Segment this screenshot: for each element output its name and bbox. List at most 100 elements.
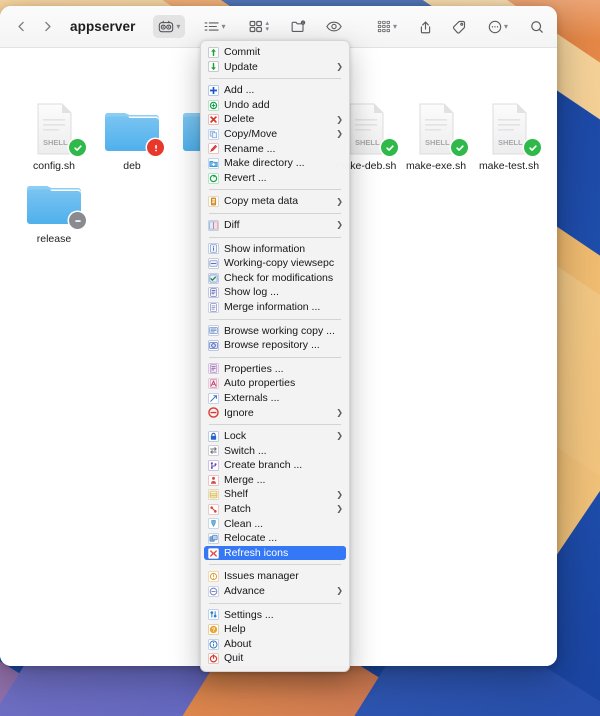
menu-item-about[interactable]: About: [201, 637, 349, 652]
menu-item-label: Undo add: [224, 99, 270, 111]
merge-information-icon: [208, 301, 219, 313]
revert-icon: [208, 172, 219, 184]
finder-toolbar: ▾ ▾ ▴ ▾ ▾ ▾: [153, 15, 557, 38]
menu-item-switch[interactable]: Switch ...: [201, 444, 349, 459]
menu-item-commit[interactable]: Commit: [201, 45, 349, 60]
search-button[interactable]: [527, 15, 547, 38]
auto-properties-icon: [208, 378, 219, 389]
svn-menu-button[interactable]: ▾: [153, 15, 186, 38]
menu-item-patch[interactable]: Patch ❯: [201, 502, 349, 517]
view-list-button[interactable]: ▾: [199, 15, 230, 38]
menu-item-properties[interactable]: Properties ...: [201, 362, 349, 377]
create-branch-icon: [208, 460, 219, 471]
menu-item-diff[interactable]: Diff ❯: [201, 218, 349, 233]
forward-arrow-icon[interactable]: [34, 14, 60, 40]
menu-item-show-information[interactable]: i Show information: [201, 242, 349, 257]
menu-item-copy-meta-data[interactable]: Copy meta data ❯: [201, 194, 349, 209]
copy-move-icon: [208, 128, 219, 140]
make-directory-icon: [208, 158, 219, 169]
svn-context-menu: Commit Update ❯ Add ... Undo add Delete ❯ Copy/…: [200, 40, 350, 672]
quick-look-button[interactable]: [323, 15, 345, 38]
menu-item-show-log[interactable]: Show log ...: [201, 285, 349, 300]
menu-separator: [209, 602, 341, 604]
navigation-arrows: [8, 14, 60, 40]
menu-item-update[interactable]: Update ❯: [201, 60, 349, 75]
menu-item-label: Show log ...: [224, 287, 279, 298]
properties-icon: [208, 363, 219, 375]
menu-item-label: Create branch ...: [224, 460, 303, 471]
chevron-updown-icon: ▴ ▾: [265, 19, 269, 33]
menu-item-relocate[interactable]: Relocate ...: [201, 531, 349, 546]
menu-item-label: Browse repository ...: [224, 340, 320, 351]
ignore-icon: [208, 407, 219, 419]
status-badge-grey-minus: [69, 212, 86, 229]
menu-item-label: Revert ...: [224, 172, 267, 184]
menu-item-revert[interactable]: Revert ...: [201, 171, 349, 186]
menu-item-label: Switch ...: [224, 445, 267, 457]
group-by-button[interactable]: ▴ ▾: [244, 15, 274, 38]
menu-item-make-directory[interactable]: Make directory ...: [201, 156, 349, 171]
share-button[interactable]: [416, 15, 435, 38]
menu-item-quit[interactable]: Quit: [201, 651, 349, 666]
icon-size-button[interactable]: ▾: [372, 15, 402, 38]
menu-item-copy-move[interactable]: Copy/Move ❯: [201, 127, 349, 142]
menu-item-label: Relocate ...: [224, 533, 278, 544]
menu-item-label: Browse working copy ...: [224, 325, 335, 337]
menu-item-delete[interactable]: Delete ❯: [201, 112, 349, 127]
menu-item-label: Copy meta data: [224, 196, 299, 207]
menu-item-clean[interactable]: Clean ...: [201, 517, 349, 532]
menu-item-check-for-modifications[interactable]: Check for modifications: [201, 271, 349, 286]
menu-item-advance[interactable]: Advance ❯: [201, 584, 349, 599]
chevron-down-icon: ▾: [176, 21, 181, 31]
menu-item-externals[interactable]: Externals ...: [201, 391, 349, 406]
switch-icon: [208, 445, 219, 457]
submenu-chevron-right-icon: ❯: [336, 114, 343, 124]
update-down-arrow-icon: [208, 61, 219, 73]
menu-item-ignore[interactable]: Ignore ❯: [201, 405, 349, 420]
menu-item-label: Lock: [224, 431, 247, 442]
about-icon: [208, 638, 219, 650]
menu-item-working-copy-viewsepc[interactable]: Working-copy viewsepc: [201, 256, 349, 271]
menu-item-browse-working-copy[interactable]: Browse working copy ...: [201, 324, 349, 339]
menu-item-auto-properties[interactable]: Auto properties: [201, 376, 349, 391]
file-item[interactable]: SHELL make-test.sh: [463, 103, 555, 173]
copy-meta-data-icon: [208, 196, 219, 208]
menu-item-label: Shelf: [224, 489, 248, 500]
menu-item-label: Working-copy viewsepc: [224, 258, 335, 269]
back-arrow-icon[interactable]: [8, 14, 34, 40]
menu-item-label: Ignore: [224, 407, 254, 419]
menu-item-lock[interactable]: Lock ❯: [201, 429, 349, 444]
menu-separator: [209, 78, 341, 80]
menu-item-label: Delete: [224, 114, 255, 125]
tag-button[interactable]: [449, 15, 469, 38]
submenu-chevron-right-icon: ❯: [336, 586, 343, 596]
shelf-icon: [208, 489, 219, 501]
submenu-chevron-right-icon: ❯: [336, 407, 343, 417]
more-actions-button[interactable]: ▾: [483, 15, 513, 38]
menu-item-label: Quit: [224, 653, 244, 664]
patch-icon: [208, 503, 219, 515]
menu-item-browse-repository[interactable]: Browse repository ...: [201, 338, 349, 353]
menu-item-label: Advance: [224, 586, 265, 597]
svg-text:SHELL: SHELL: [425, 138, 450, 147]
menu-item-label: Show information: [224, 243, 306, 255]
menu-item-settings[interactable]: Settings ...: [201, 608, 349, 623]
new-folder-button[interactable]: [288, 15, 309, 38]
menu-item-shelf[interactable]: Shelf ❯: [201, 487, 349, 502]
help-icon: ?: [208, 624, 219, 635]
menu-item-label: Settings ...: [224, 609, 274, 621]
chevron-down-icon: ▾: [503, 21, 508, 31]
menu-item-create-branch[interactable]: Create branch ...: [201, 458, 349, 473]
menu-item-add[interactable]: Add ...: [201, 83, 349, 98]
menu-item-merge[interactable]: Merge ...: [201, 473, 349, 488]
menu-item-merge-information[interactable]: Merge information ...: [201, 300, 349, 315]
file-item[interactable]: release: [8, 176, 100, 246]
menu-item-help[interactable]: ? Help: [201, 622, 349, 637]
menu-item-undo-add[interactable]: Undo add: [201, 98, 349, 113]
menu-separator: [209, 564, 341, 566]
menu-item-issues-manager[interactable]: Issues manager: [201, 569, 349, 584]
menu-item-refresh-icons[interactable]: Refresh icons: [204, 545, 346, 561]
menu-item-rename[interactable]: Rename ...: [201, 142, 349, 157]
relocate-icon: [208, 533, 219, 544]
externals-icon: [208, 392, 219, 404]
